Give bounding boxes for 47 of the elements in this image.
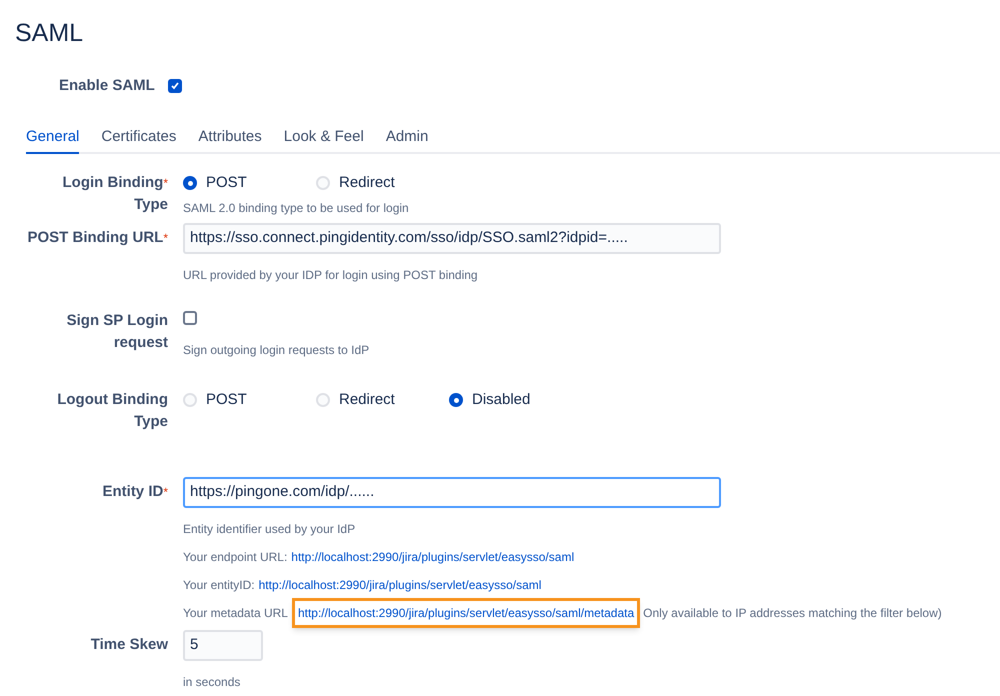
url-link[interactable]: http://localhost:2990/jira/plugins/servlet/easysso/saml (291, 548, 574, 566)
help-text: Sign outgoing login requests to IdP (183, 342, 370, 359)
field-label: Sign SP Login (66, 312, 168, 329)
required-asterisk: * (163, 231, 168, 245)
radio-label: POST (206, 172, 247, 193)
radio-button[interactable] (183, 393, 197, 407)
url-link[interactable]: http://localhost:2990/jira/plugins/servlet/easysso/saml (258, 576, 542, 594)
page-title: SAML (15, 18, 84, 48)
checkbox[interactable] (168, 79, 182, 94)
checkbox[interactable] (183, 311, 197, 325)
tab[interactable]: General (26, 126, 80, 154)
check-icon (170, 81, 180, 92)
checkbox-label: Enable SAML (59, 76, 155, 96)
text-field[interactable]: 5 (183, 630, 263, 661)
field-label: Entity ID (102, 483, 164, 500)
help-text: in seconds (183, 674, 242, 691)
info-label: Your metadata URL (183, 605, 288, 622)
url-link[interactable]: http://localhost:2990/jira/plugins/servlet/easysso/saml/metadata (298, 606, 634, 620)
text-field[interactable]: https://pingone.com/idp/...... (183, 477, 721, 508)
tab[interactable]: Admin (386, 126, 428, 152)
radio-label: Redirect (339, 390, 395, 410)
field-label: Login Binding (62, 174, 164, 191)
field-label: Time Skew (90, 636, 168, 653)
radio-label: POST (206, 390, 247, 410)
tab[interactable]: Certificates (101, 126, 176, 152)
radio-button[interactable] (316, 393, 330, 407)
required-asterisk: * (163, 176, 168, 190)
tab[interactable]: Look & Feel (284, 126, 364, 152)
help-text: Entity identifier used by your IdP (183, 521, 356, 538)
tab[interactable]: Attributes (198, 126, 262, 152)
radio-label: Redirect (339, 172, 395, 193)
field-label: Logout Binding (57, 391, 168, 408)
field-label: Type (134, 412, 168, 432)
radio-label: Disabled (472, 390, 530, 410)
info-note: Only available to IP addresses matching the filter below) (643, 605, 942, 622)
field-label: POST Binding URL (28, 229, 164, 246)
radio-button[interactable] (449, 393, 463, 407)
field-label: request (114, 333, 168, 353)
info-label: Your entityID: (183, 577, 255, 594)
required-asterisk: * (163, 485, 168, 499)
radio-button[interactable] (183, 176, 197, 190)
help-text: URL provided by your IDP for login using POST binding (183, 267, 479, 284)
help-text: SAML 2.0 binding type to be used for login (183, 200, 410, 217)
info-label: Your endpoint URL: (183, 549, 288, 566)
radio-button[interactable] (316, 176, 330, 190)
text-field[interactable]: https://sso.connect.pingidentity.com/sso/idp/SSO.saml2?idpid=..... (183, 223, 721, 254)
field-label: Type (134, 195, 168, 215)
